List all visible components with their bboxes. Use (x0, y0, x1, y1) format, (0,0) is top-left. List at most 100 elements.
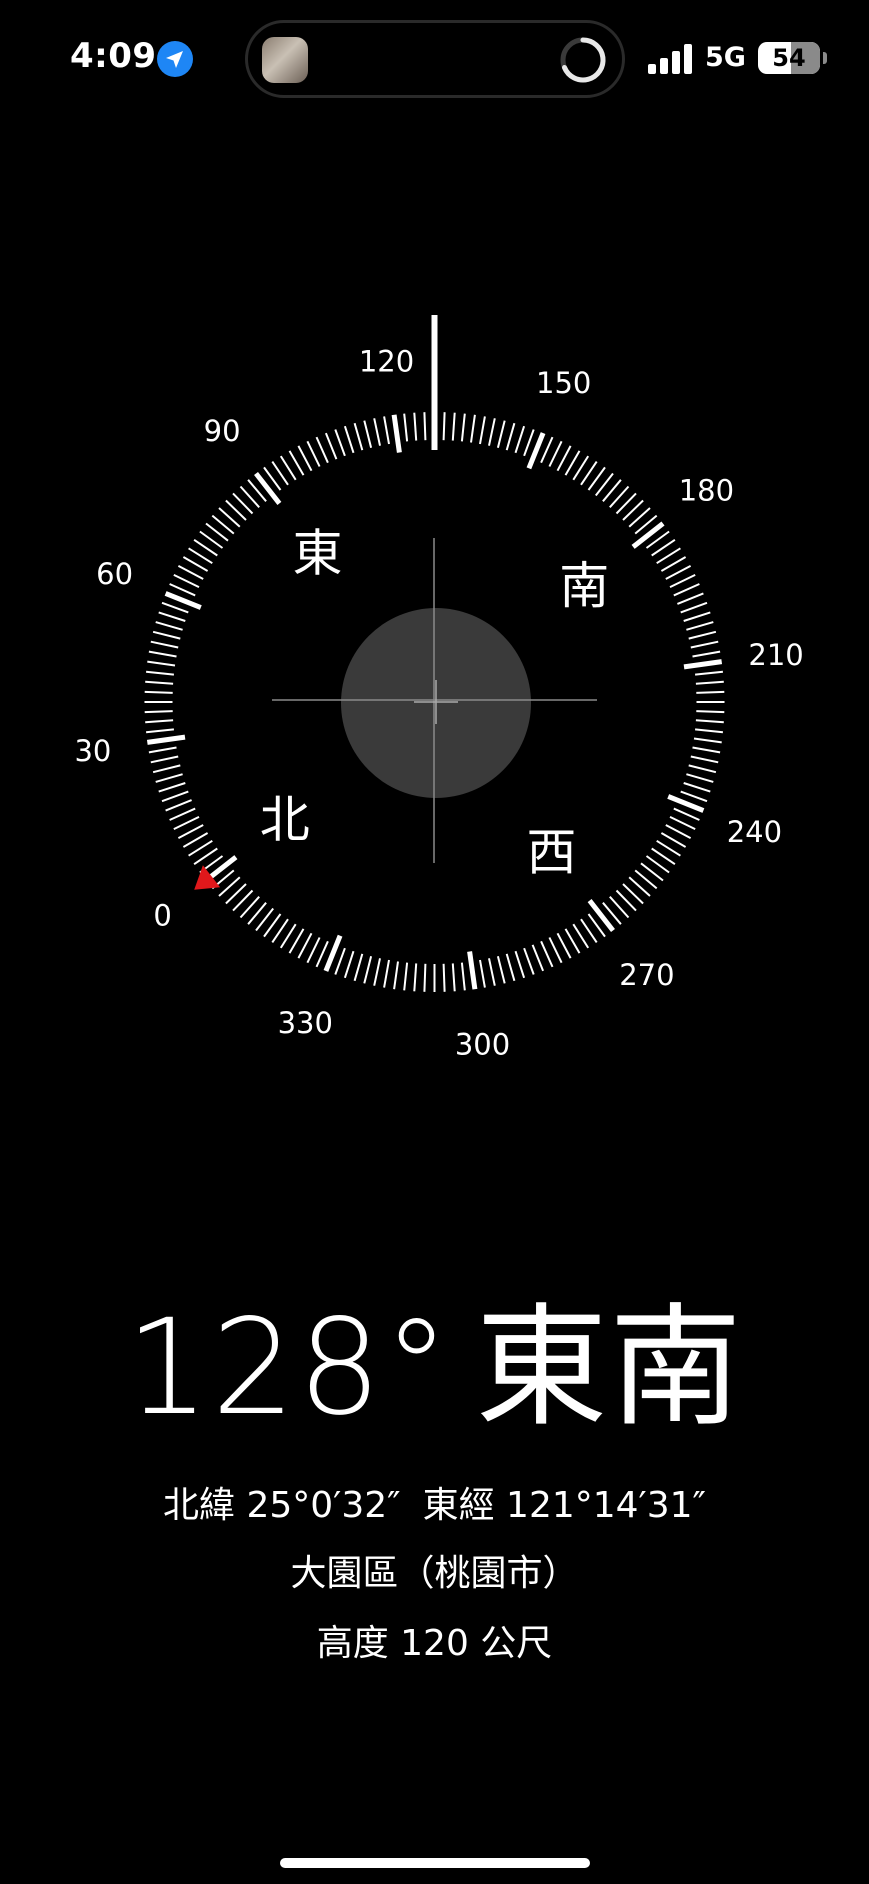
compass-tick (353, 953, 364, 982)
compass-tick (460, 962, 466, 991)
heading-readout: 128° 東南 (0, 1288, 869, 1448)
compass-tick (343, 950, 355, 979)
degree-label: 60 (96, 557, 133, 591)
compass-tick (158, 782, 186, 793)
compass-tick (343, 425, 355, 454)
compass-tick (315, 436, 329, 464)
coordinates[interactable]: 北緯 25°0′32″ 東經 121°14′31″ (0, 1482, 869, 1530)
compass-tick (403, 962, 409, 991)
compass-tick (451, 412, 456, 441)
compass-tick (383, 416, 390, 445)
degree-label: 210 (748, 638, 803, 672)
degree-label: 30 (74, 734, 111, 768)
compass-tick (587, 899, 615, 933)
compass-tick (686, 773, 714, 783)
compass-tick (514, 950, 526, 979)
compass-tick (479, 959, 486, 988)
compass-tick (531, 944, 545, 972)
compass-tick (694, 728, 724, 734)
compass-tick (696, 710, 725, 714)
compass-tick (505, 953, 516, 982)
compass-tick (548, 440, 563, 467)
heading-direction: 東南 (475, 1291, 744, 1445)
place-name: 大園區（桃園市） (290, 1553, 579, 1594)
compass-tick (169, 583, 196, 597)
compass-dial[interactable]: 0 30 60 90 120 150 180 210 240 270 300 330 北 東 南 西 (0, 300, 869, 1100)
compass-tick (677, 592, 704, 605)
compass-tick (297, 445, 313, 472)
compass-tick (165, 799, 192, 812)
compass-tick (696, 690, 725, 694)
north-marker-triangle (194, 865, 221, 890)
compass-tick (383, 959, 390, 988)
compass-tick (413, 963, 418, 992)
dynamic-island[interactable] (245, 20, 625, 98)
compass-tick (690, 755, 719, 764)
compass-tick (692, 746, 721, 754)
compass-tick (177, 824, 204, 839)
compass-tick (145, 670, 175, 676)
compass-tick (690, 640, 719, 649)
compass-tick (169, 807, 196, 821)
compass-tick (688, 630, 717, 640)
degree-label: 240 (727, 815, 782, 849)
latitude: 北緯 25°0′32″ (163, 1485, 401, 1526)
cardinal-south: 南 (559, 557, 609, 615)
compass-tick (373, 958, 381, 986)
degree-label: 150 (536, 366, 591, 400)
compass-tick (673, 807, 700, 821)
compass-tick (152, 630, 181, 640)
compass-tick (324, 432, 338, 460)
compass-tick (695, 719, 724, 724)
compass-tick (556, 932, 572, 959)
compass-tick (353, 422, 364, 451)
compass-tick (540, 436, 554, 464)
longitude: 東經 121°14′31″ (422, 1485, 706, 1526)
now-playing-thumbnail[interactable] (262, 37, 308, 83)
compass-tick (665, 565, 692, 580)
compass-tick (442, 412, 446, 441)
degree-label: 330 (278, 1006, 333, 1040)
compass-tick (146, 734, 186, 745)
compass-tick (334, 429, 346, 457)
compass-tick (363, 955, 373, 984)
compass-tick (148, 746, 177, 754)
degree-label: 180 (679, 474, 734, 508)
battery-cap (823, 52, 827, 64)
compass-tick (523, 429, 535, 457)
battery-indicator: 54 (758, 42, 820, 74)
compass-tick (683, 611, 711, 622)
home-indicator[interactable] (280, 1858, 590, 1868)
network-type: 5G (705, 42, 746, 73)
progress-ring-icon (560, 37, 606, 83)
compass-tick (479, 416, 486, 445)
heading-degrees: 128° (125, 1291, 452, 1445)
compass-tick (460, 413, 466, 442)
compass-tick (150, 640, 179, 649)
cardinal-west: 西 (527, 824, 577, 882)
compass-tick (177, 565, 204, 580)
cardinal-east: 東 (293, 524, 343, 582)
battery-percent: 54 (772, 44, 806, 72)
compass-tick (470, 414, 476, 443)
cellular-signal-icon (648, 44, 692, 74)
compass-tick (254, 471, 282, 505)
compass-tick (680, 601, 708, 614)
compass-tick (514, 425, 526, 454)
compass-tick (680, 790, 708, 803)
compass-tick (665, 824, 692, 839)
compass-tick (161, 601, 189, 614)
compass-tick (548, 937, 563, 964)
compass-tick (669, 815, 696, 831)
compass-tick (523, 947, 535, 975)
compass-tick (631, 521, 665, 549)
compass-tick (540, 940, 554, 968)
compass-tick (155, 773, 183, 783)
compass-tick (147, 660, 176, 667)
compass-tick (334, 947, 346, 975)
compass-tick (442, 963, 446, 992)
compass-tick (391, 414, 402, 453)
compass-tick (669, 573, 696, 589)
location-arrow-icon (157, 41, 193, 77)
compass-tick (496, 420, 506, 449)
